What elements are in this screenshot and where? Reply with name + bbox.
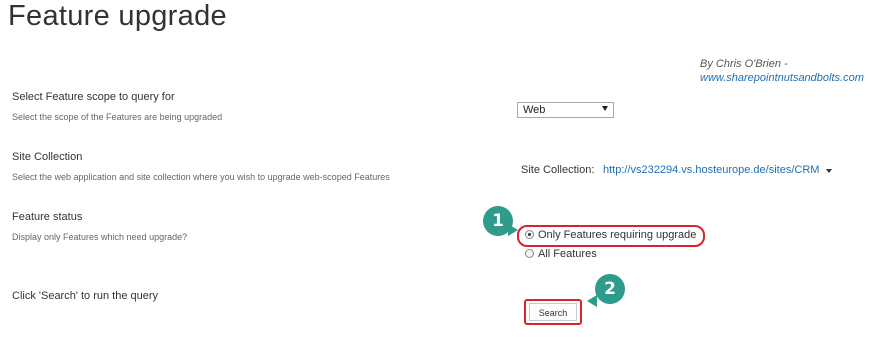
radio-button-checked[interactable] <box>525 230 534 239</box>
step-badge-2: 2 <box>595 274 625 304</box>
feature-status-section-title: Feature status <box>12 211 83 223</box>
scope-select[interactable]: Web <box>517 102 614 118</box>
badge-pointer <box>508 224 518 236</box>
author-credit: By Chris O'Brien - www.sharepointnutsand… <box>700 57 864 85</box>
scope-section-description: Select the scope of the Features are bei… <box>12 112 223 122</box>
credit-text: By Chris O'Brien - <box>700 58 788 70</box>
site-collection-label: Site Collection: <box>521 164 595 176</box>
radio-option-label: Only Features requiring upgrade <box>538 229 697 241</box>
site-collection-url[interactable]: http://vs232294.vs.hosteurope.de/sites/C… <box>603 164 819 176</box>
credit-link[interactable]: www.sharepointnutsandbolts.com <box>700 71 864 85</box>
badge-pointer <box>587 295 597 307</box>
search-button[interactable]: Search <box>529 303 577 321</box>
search-section-title: Click 'Search' to run the query <box>12 290 159 302</box>
radio-button[interactable] <box>525 249 534 258</box>
radio-option-label: All Features <box>538 248 597 260</box>
site-collection-section-description: Select the web application and site coll… <box>12 172 390 182</box>
scope-select-value: Web <box>523 104 546 116</box>
feature-status-section-description: Display only Features which need upgrade… <box>12 232 188 242</box>
scope-section-title: Select Feature scope to query for <box>12 91 175 103</box>
feature-upgrade-page: Feature upgrade By Chris O'Brien - www.s… <box>0 0 870 341</box>
chevron-down-icon[interactable] <box>826 169 832 173</box>
site-collection-section-title: Site Collection <box>12 151 83 163</box>
dropdown-arrow-icon <box>602 106 608 111</box>
page-title: Feature upgrade <box>8 0 227 32</box>
